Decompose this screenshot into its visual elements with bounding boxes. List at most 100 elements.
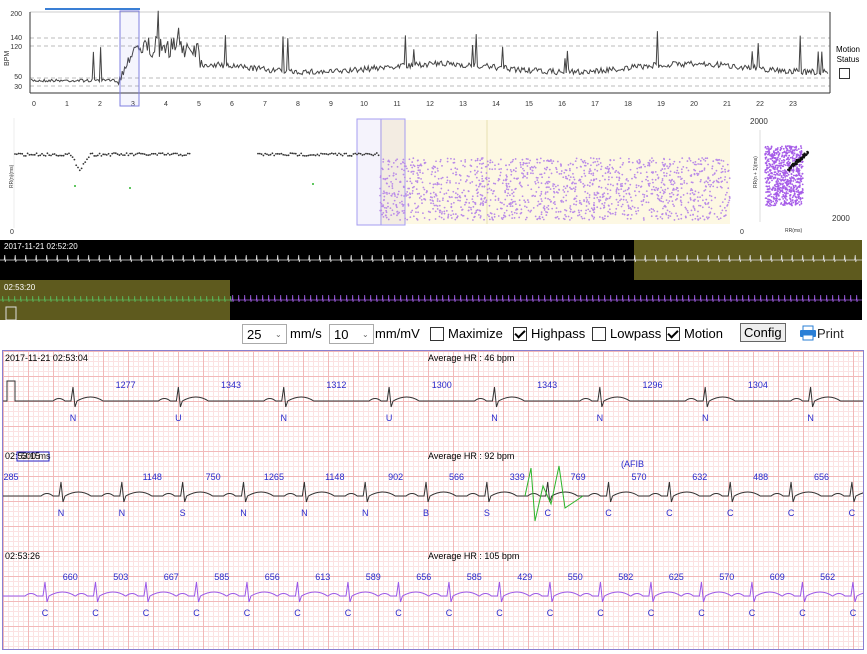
ecg-rr-interval: 1148 xyxy=(143,472,162,482)
ecg-row-timestamp: 2017-11-21 02:53:04 xyxy=(5,353,88,363)
trend-xtick: 13 xyxy=(459,101,467,108)
motion-checkbox[interactable] xyxy=(666,326,680,341)
ecg-toolbar: 25 ⌄ mm/s 10 ⌄ mm/mV Maximize Highpass Low… xyxy=(242,321,862,347)
strip1-timestamp: 2017-11-21 02:52:20 xyxy=(4,242,78,251)
trend-xtick: 14 xyxy=(492,101,500,108)
trend-xtick: 6 xyxy=(230,101,234,108)
ecg-beat-label: N xyxy=(119,508,126,518)
ecg-beat-label: C xyxy=(143,608,150,618)
trend-xtick: 18 xyxy=(624,101,632,108)
ecg-beat-label: C xyxy=(849,508,856,518)
chevron-down-icon: ⌄ xyxy=(275,329,282,339)
ecg-rr-interval: 285 xyxy=(3,472,18,482)
gain-select[interactable]: 10 ⌄ xyxy=(329,324,374,344)
motion-toggle[interactable]: Motion xyxy=(666,326,723,341)
ecg-rr-interval: 339 xyxy=(510,472,525,482)
maximize-checkbox[interactable] xyxy=(430,326,444,341)
poincare-origin: 0 xyxy=(740,229,744,236)
poincare-top-label: 2000 xyxy=(750,118,768,126)
print-label: Print xyxy=(817,325,844,341)
heart-rate-trend-panel[interactable]: 200 140 120 50 30 BPM 012345678910111213… xyxy=(0,8,867,116)
print-button[interactable]: Print xyxy=(799,325,844,341)
ecg-rr-interval: 1277 xyxy=(116,380,136,390)
trend-xtick: 23 xyxy=(789,101,797,108)
ecg-row-average-hr: Average HR : 46 bpm xyxy=(428,353,514,363)
poincare-plot[interactable]: 2000 2000 RR(n + 1)(ms) RR(ms) 0 xyxy=(740,117,867,238)
ecg-rr-interval: 750 xyxy=(206,472,221,482)
ecg-beat-label: C xyxy=(727,508,734,518)
ecg-beat-label: N xyxy=(491,413,498,423)
ecg-overview-strips[interactable]: 2017-11-21 02:52:20 02:53:20 xyxy=(0,240,867,321)
speed-select[interactable]: 25 ⌄ xyxy=(242,324,287,344)
ecg-beat-label: C xyxy=(648,608,655,618)
poincare-panel[interactable]: 2000 2000 RR(n + 1)(ms) RR(ms) 0 xyxy=(740,117,867,238)
highpass-toggle[interactable]: Highpass xyxy=(513,326,585,341)
trend-y-axis-label: BPM xyxy=(4,51,11,66)
ecg-rr-interval: 585 xyxy=(467,572,482,582)
ecg-rr-interval: 902 xyxy=(388,472,403,482)
ecg-beat-label: N xyxy=(597,413,604,423)
ecg-beat-label: C xyxy=(294,608,301,618)
trend-xtick: 22 xyxy=(756,101,764,108)
config-button[interactable]: Config xyxy=(740,323,786,342)
gain-unit: mm/mV xyxy=(375,326,420,341)
ecg-rr-interval: 570 xyxy=(631,472,646,482)
trend-xtick: 16 xyxy=(558,101,566,108)
ecg-beat-label: N xyxy=(702,413,709,423)
highpass-checkbox[interactable] xyxy=(513,326,527,341)
ecg-beat-label: C xyxy=(446,608,453,618)
poincare-right-label: 2000 xyxy=(832,214,850,223)
maximize-label: Maximize xyxy=(448,326,503,341)
ecg-beat-label: C xyxy=(244,608,251,618)
ecg-rr-interval: 656 xyxy=(265,572,280,582)
ecg-rr-interval: 1296 xyxy=(643,380,663,390)
ecg-rr-interval: 585 xyxy=(214,572,229,582)
ecg-beat-label: N xyxy=(362,508,369,518)
ecg-beat-label: N xyxy=(301,508,308,518)
trend-xtick: 2 xyxy=(98,101,102,108)
ecg-row-average-hr: Average HR : 105 bpm xyxy=(428,551,519,561)
rr-interval-panel[interactable]: RR(n)(ms) 0 xyxy=(0,118,740,238)
ecg-beat-label: C xyxy=(666,508,673,518)
ecg-beat-label: C xyxy=(749,608,756,618)
poincare-y-label: RR(n + 1)(ms) xyxy=(753,156,759,188)
strip2-timestamp: 02:53:20 xyxy=(4,283,36,292)
rr-interval-chart[interactable]: RR(n)(ms) 0 xyxy=(0,118,740,238)
speed-unit: mm/s xyxy=(290,326,322,341)
lowpass-toggle[interactable]: Lowpass xyxy=(592,326,661,341)
ecg-detail-panel[interactable]: 2017-11-21 02:53:04 Average HR : 46 bpm N U… xyxy=(2,350,867,650)
ecg-beat-label: U xyxy=(175,413,182,423)
ecg-rr-interval: 1300 xyxy=(432,380,452,390)
ecg-rr-interval: 566 xyxy=(449,472,464,482)
trend-xtick: 1 xyxy=(65,101,69,108)
ecg-rr-interval: 1304 xyxy=(748,380,768,390)
ecg-rr-interval: 429 xyxy=(517,572,532,582)
ecg-rr-interval: 656 xyxy=(416,572,431,582)
ecg-rr-interval: 625 xyxy=(669,572,684,582)
ecg-row-average-hr: Average HR : 92 bpm xyxy=(428,451,514,461)
trend-xtick: 9 xyxy=(329,101,333,108)
lowpass-checkbox[interactable] xyxy=(592,326,606,341)
ecg-rr-interval: 1265 xyxy=(264,472,284,482)
trend-selection-window[interactable] xyxy=(119,10,140,107)
speed-value: 25 xyxy=(247,326,262,342)
trend-ytick: 30 xyxy=(14,84,22,91)
highpass-label: Highpass xyxy=(531,326,586,341)
ecg-detail-chart[interactable]: 2017-11-21 02:53:04 Average HR : 46 bpm N U… xyxy=(3,351,867,649)
motion-status-checkbox[interactable] xyxy=(839,68,850,79)
ecg-rr-interval: 1312 xyxy=(326,380,346,390)
rr-origin: 0 xyxy=(10,229,14,236)
ecg-beat-label: C xyxy=(193,608,200,618)
trend-xtick: 8 xyxy=(296,101,300,108)
printer-icon xyxy=(800,325,816,341)
maximize-toggle[interactable]: Maximize xyxy=(430,326,503,341)
ecg-row-trace xyxy=(3,481,867,503)
ecg-beat-label: C xyxy=(605,508,612,518)
ecg-beat-label: C xyxy=(850,608,857,618)
heart-rate-trend-chart[interactable]: 200 140 120 50 30 BPM 012345678910111213… xyxy=(0,8,867,116)
ecg-rr-interval: 667 xyxy=(164,572,179,582)
ecg-beat-label: C xyxy=(544,508,551,518)
ecg-beat-label: C xyxy=(788,508,795,518)
ecg-rr-interval: 769 xyxy=(571,472,586,482)
ecg-rr-interval: 660 xyxy=(63,572,78,582)
